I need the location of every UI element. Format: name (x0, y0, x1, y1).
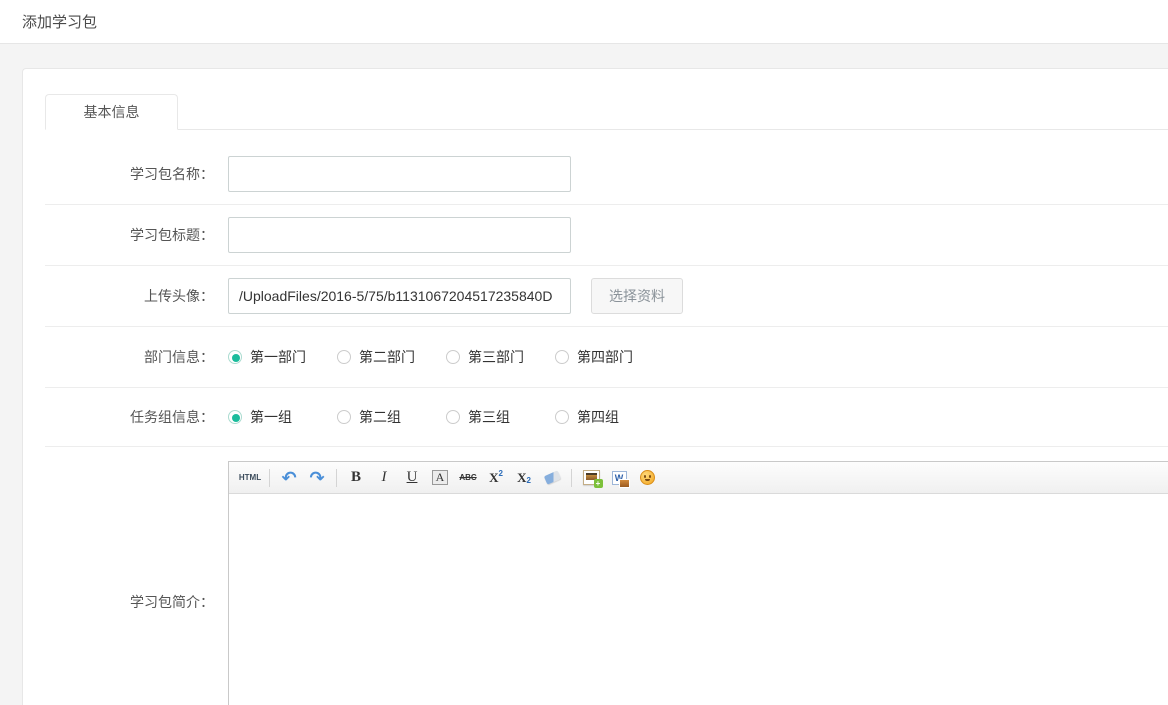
form-row-task-group: 任务组信息： 第一组 第二组 第三组 第四组 (45, 388, 1168, 447)
radio-department-1[interactable]: 第一部门 (228, 347, 324, 367)
form-row-avatar: 上传头像： 选择资料 (45, 266, 1168, 327)
page-header: 添加学习包 (0, 0, 1168, 44)
form-card: 基本信息 学习包名称： 学习包标题： 上传头像： 选择资料 部门信息： (22, 68, 1168, 705)
italic-icon: I (382, 469, 387, 486)
superscript-icon: X (489, 470, 498, 486)
radio-icon (446, 410, 460, 424)
select-material-button[interactable]: 选择资料 (591, 278, 683, 314)
tab-bar: 基本信息 (45, 94, 1168, 130)
intro-label: 学习包简介： (45, 592, 214, 612)
insert-image-button[interactable] (578, 466, 604, 490)
radio-selected-icon (228, 410, 242, 424)
strikethrough-icon: ABC (459, 473, 476, 482)
form-row-department: 部门信息： 第一部门 第二部门 第三部门 第四部门 (45, 327, 1168, 388)
smiley-icon (640, 470, 655, 485)
strikethrough-button[interactable]: ABC (455, 466, 481, 490)
subscript-button[interactable]: X2 (511, 466, 537, 490)
subscript-icon: X (517, 470, 526, 486)
form-row-intro: 学习包简介： HTML ↶ ↷ (45, 447, 1168, 705)
department-label: 部门信息： (45, 347, 214, 367)
name-label: 学习包名称： (45, 164, 214, 184)
remove-format-button[interactable] (539, 466, 565, 490)
italic-button[interactable]: I (371, 466, 397, 490)
form-row-name: 学习包名称： (45, 130, 1168, 205)
redo-icon: ↷ (309, 469, 324, 487)
name-input[interactable] (228, 156, 571, 192)
html-source-icon: HTML (239, 473, 261, 482)
title-label: 学习包标题： (45, 225, 214, 245)
font-color-icon: A (432, 470, 449, 485)
toolbar-divider (269, 469, 270, 487)
page-body: 基本信息 学习包名称： 学习包标题： 上传头像： 选择资料 部门信息： (0, 44, 1168, 705)
intro-editor-content[interactable] (229, 494, 1168, 705)
word-document-icon: W (612, 471, 627, 485)
radio-department-3[interactable]: 第三部门 (446, 347, 542, 367)
undo-icon: ↶ (281, 469, 296, 487)
avatar-path-input[interactable] (228, 278, 571, 314)
undo-button[interactable]: ↶ (276, 466, 302, 490)
radio-icon (337, 410, 351, 424)
avatar-label: 上传头像： (45, 286, 214, 306)
tab-basic-info[interactable]: 基本信息 (45, 94, 178, 130)
toolbar-divider (571, 469, 572, 487)
rich-text-editor: HTML ↶ ↷ B I (228, 461, 1168, 705)
toolbar-divider (336, 469, 337, 487)
radio-icon (446, 350, 460, 364)
radio-task-group-3[interactable]: 第三组 (446, 407, 542, 427)
superscript-button[interactable]: X2 (483, 466, 509, 490)
radio-department-2[interactable]: 第二部门 (337, 347, 433, 367)
bold-button[interactable]: B (343, 466, 369, 490)
paste-from-word-button[interactable]: W (606, 466, 632, 490)
underline-icon: U (407, 469, 418, 486)
title-input[interactable] (228, 217, 571, 253)
radio-task-group-2[interactable]: 第二组 (337, 407, 433, 427)
radio-icon (337, 350, 351, 364)
radio-department-4[interactable]: 第四部门 (555, 347, 651, 367)
radio-icon (555, 350, 569, 364)
radio-icon (555, 410, 569, 424)
radio-task-group-1[interactable]: 第一组 (228, 407, 324, 427)
redo-button[interactable]: ↷ (304, 466, 330, 490)
insert-image-icon (583, 470, 600, 485)
font-color-button[interactable]: A (427, 466, 453, 490)
html-source-button[interactable]: HTML (237, 466, 263, 490)
page-title: 添加学习包 (22, 11, 97, 32)
radio-task-group-4[interactable]: 第四组 (555, 407, 651, 427)
editor-toolbar: HTML ↶ ↷ B I (229, 462, 1168, 494)
form-row-title: 学习包标题： (45, 205, 1168, 266)
eraser-icon (543, 470, 560, 484)
task-group-label: 任务组信息： (45, 407, 214, 427)
radio-selected-icon (228, 350, 242, 364)
emoticon-button[interactable] (634, 466, 660, 490)
underline-button[interactable]: U (399, 466, 425, 490)
bold-icon: B (351, 469, 361, 486)
